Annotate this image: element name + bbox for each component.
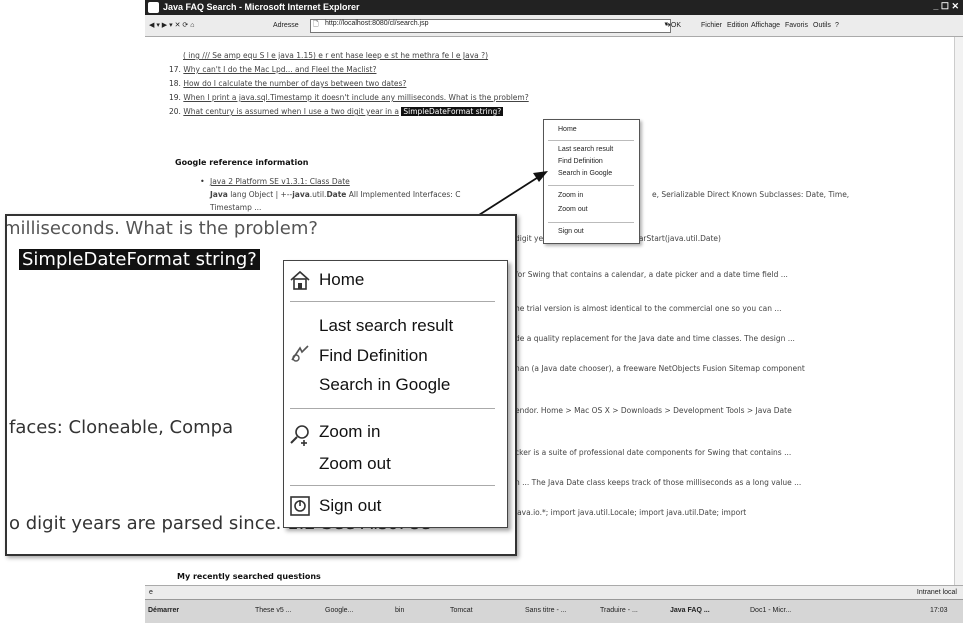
- start-button[interactable]: Démarrer: [148, 600, 179, 622]
- question-item[interactable]: ( ing /// Se amp equ S l e java 1.15) e …: [183, 51, 488, 60]
- menu-favoris[interactable]: Favoris: [785, 15, 808, 36]
- menu-item-sign-out[interactable]: Sign out: [558, 228, 584, 235]
- menu-item-search-google[interactable]: Search in Google: [558, 170, 612, 177]
- vertical-scrollbar[interactable]: [954, 37, 963, 585]
- go-button[interactable]: ➔ OK: [665, 15, 681, 36]
- zoom-text-line: faces: Cloneable, Compa: [9, 417, 234, 438]
- menu-separator: [290, 301, 495, 302]
- taskbar-item[interactable]: Google...: [325, 600, 353, 622]
- zoom-callout: milliseconds. What is the problem? Simpl…: [5, 214, 517, 556]
- menu-separator: [548, 140, 634, 141]
- address-label: Adresse: [273, 22, 299, 29]
- menu-separator: [548, 222, 634, 223]
- menu-outils[interactable]: Outils: [813, 15, 831, 36]
- menu-separator: [290, 408, 495, 409]
- window-controls[interactable]: _ ☐ ✕: [933, 1, 959, 12]
- menu-item-home[interactable]: Home: [558, 126, 577, 133]
- result-snippet: endor. Home > Mac OS X > Downloads > Dev…: [515, 406, 792, 415]
- result-snippet: Java lang Object | +--java.util.Date All…: [210, 190, 461, 199]
- question-item[interactable]: 17. Why can't I do the Mac Lpd... and Fl…: [169, 65, 376, 74]
- status-bar: e Intranet local: [145, 585, 963, 600]
- menu-item-zoom-out[interactable]: Zoom out: [319, 454, 391, 474]
- address-field[interactable]: 🗋 http://localhost:8080/cl/search.jsp ▾: [310, 19, 671, 33]
- question-item[interactable]: 19. When I print a java.sql.Timestamp it…: [169, 93, 529, 102]
- taskbar-item[interactable]: These v5 ...: [255, 600, 292, 622]
- toolbar: ◀ ▾ ▶ ▾ ✕ ⟳ ⌂ Adresse 🗋 http://localhost…: [145, 15, 963, 37]
- menu-item-last-search[interactable]: Last search result: [319, 316, 453, 336]
- menu-item-find-definition[interactable]: Find Definition: [319, 346, 428, 366]
- result-snippet: for Swing that contains a calendar, a da…: [515, 270, 788, 279]
- home-icon: [290, 270, 310, 290]
- menu-item-last-search[interactable]: Last search result: [558, 146, 613, 153]
- menu-separator: [548, 185, 634, 186]
- menu-item-zoom-out[interactable]: Zoom out: [558, 206, 588, 213]
- result-snippet: java.io.*; import java.util.Locale; impo…: [515, 508, 747, 517]
- zoom-in-icon: [290, 425, 309, 446]
- google-ref-heading: Google reference information: [175, 158, 309, 167]
- menu-item-home[interactable]: Home: [319, 270, 364, 290]
- address-value: http://localhost:8080/cl/search.jsp: [325, 20, 429, 27]
- result-snippet: nan (a Java date chooser), a freeware Ne…: [515, 364, 805, 373]
- menu-edition[interactable]: Edition: [727, 15, 748, 36]
- taskbar-item[interactable]: Sans titre - ...: [525, 600, 567, 622]
- context-menu: Home Last search result Find Definition …: [283, 260, 508, 528]
- page-status-icon: e: [149, 589, 153, 596]
- title-bar: Java FAQ Search - Microsoft Internet Exp…: [145, 0, 963, 15]
- clock: 17:03: [930, 607, 948, 614]
- ie-icon: [148, 2, 159, 13]
- result-snippet: n ... The Java Date class keeps track of…: [515, 478, 802, 487]
- context-menu-small: Home Last search result Find Definition …: [543, 119, 640, 244]
- menu-item-find-definition[interactable]: Find Definition: [558, 158, 603, 165]
- security-zone: Intranet local: [916, 589, 957, 596]
- taskbar-item[interactable]: Doc1 - Micr...: [750, 600, 791, 622]
- sign-out-icon: [290, 496, 310, 516]
- menu-help[interactable]: ?: [835, 15, 839, 36]
- back-button[interactable]: ◀ ▾ ▶ ▾ ✕ ⟳ ⌂: [149, 15, 194, 36]
- menu-affichage[interactable]: Affichage: [751, 15, 780, 36]
- menu-item-sign-out[interactable]: Sign out: [319, 496, 381, 516]
- result-snippet: e, Serializable Direct Known Subclasses:…: [652, 190, 850, 199]
- zoom-selected-text: SimpleDateFormat string?: [19, 249, 260, 270]
- bullet: •: [200, 177, 205, 186]
- result-link[interactable]: Java 2 Platform SE v1.3.1: Class Date: [210, 177, 350, 186]
- menu-separator: [290, 485, 495, 486]
- find-definition-icon: [291, 345, 309, 362]
- zoom-text-line: milliseconds. What is the problem?: [5, 218, 318, 239]
- menu-item-zoom-in[interactable]: Zoom in: [319, 422, 380, 442]
- taskbar-item[interactable]: Tomcat: [450, 600, 473, 622]
- result-snippet: cker is a suite of professional date com…: [515, 448, 792, 457]
- taskbar-item-active[interactable]: Java FAQ ...: [670, 600, 710, 622]
- selected-text: SimpleDateFormat string?: [401, 107, 504, 116]
- question-item[interactable]: 18. How do I calculate the number of day…: [169, 79, 406, 88]
- result-snippet: he trial version is almost identical to …: [515, 304, 782, 313]
- page-icon: 🗋: [313, 21, 319, 28]
- window-title: Java FAQ Search - Microsoft Internet Exp…: [163, 2, 360, 12]
- menu-item-search-google[interactable]: Search in Google: [319, 375, 450, 395]
- recent-questions-heading: My recently searched questions: [177, 572, 321, 581]
- menu-item-zoom-in[interactable]: Zoom in: [558, 192, 583, 199]
- question-item[interactable]: 20. What century is assumed when I use a…: [169, 107, 504, 116]
- taskbar-item[interactable]: bin: [395, 600, 404, 622]
- taskbar: Démarrer These v5 ... Google... bin Tomc…: [145, 599, 963, 623]
- result-snippet: de a quality replacement for the Java da…: [515, 334, 795, 343]
- result-snippet: Timestamp ...: [210, 203, 262, 212]
- taskbar-item[interactable]: Traduire - ...: [600, 600, 638, 622]
- menu-fichier[interactable]: Fichier: [701, 15, 722, 36]
